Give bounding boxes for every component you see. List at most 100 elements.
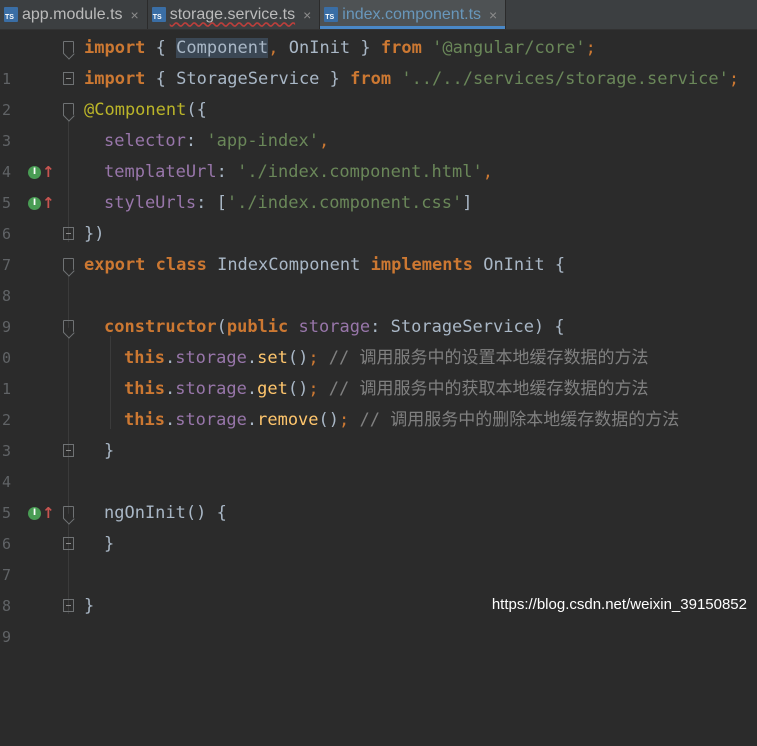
code-punct: ; bbox=[339, 410, 360, 430]
arrow-up-icon: ↑ bbox=[42, 504, 55, 522]
code-line: 5 bbox=[0, 467, 757, 522]
code-line: 4 selector: 'app-index', bbox=[0, 126, 757, 181]
code-line: 5 I ↑ templateUrl: './index.component.htm… bbox=[0, 157, 757, 212]
code-line: 1 this.storage.set(); // 调用服务中的设置本地缓存数据的… bbox=[0, 343, 757, 398]
code-text: ({ bbox=[186, 100, 207, 120]
fold-toggle[interactable] bbox=[63, 72, 74, 85]
code-text: . bbox=[246, 348, 258, 368]
method-name: ngOnInit bbox=[104, 503, 186, 523]
code-text: OnInit { bbox=[472, 255, 566, 275]
fold-toggle[interactable] bbox=[63, 537, 74, 550]
code-line: 6 I ↑ ngOnInit() { bbox=[0, 498, 757, 553]
method-name: get bbox=[257, 379, 288, 399]
code-text: . bbox=[246, 379, 258, 399]
code-text: . bbox=[164, 379, 176, 399]
keyword-import: import bbox=[84, 69, 146, 89]
close-icon[interactable]: × bbox=[303, 7, 311, 23]
fold-toggle[interactable] bbox=[63, 599, 74, 612]
code-punct: ; bbox=[308, 379, 329, 399]
implements-marker[interactable]: I ↑ bbox=[28, 164, 55, 182]
code-identifier: OnInit bbox=[278, 38, 351, 58]
code-text: } bbox=[104, 441, 115, 461]
keyword-from: from bbox=[380, 38, 422, 58]
code-text: ] bbox=[462, 193, 473, 213]
code-editor[interactable]: 1 import { Component, OnInit } from '@an… bbox=[0, 30, 757, 646]
tab-index-component[interactable]: TS index.component.ts × bbox=[320, 0, 507, 29]
string-literal: '@angular/core' bbox=[432, 38, 586, 58]
keyword-from: from bbox=[350, 69, 392, 89]
keyword-this: this bbox=[124, 379, 165, 399]
code-line: 2 import { StorageService } from '../../… bbox=[0, 64, 757, 119]
code-punct: , bbox=[268, 38, 279, 58]
code-line: 3 this.storage.remove(); // 调用服务中的删除本地缓存… bbox=[0, 405, 757, 460]
string-literal: '../../services/storage.service' bbox=[401, 69, 729, 89]
code-text: : bbox=[216, 162, 238, 182]
fold-toggle[interactable] bbox=[63, 258, 74, 271]
code-text: { bbox=[145, 38, 177, 58]
code-comment: // 调用服务中的设置本地缓存数据的方法 bbox=[328, 348, 649, 368]
keyword-class: class bbox=[145, 255, 207, 275]
code-comment: // 调用服务中的获取本地缓存数据的方法 bbox=[328, 379, 649, 399]
code-line: 7 } bbox=[0, 529, 757, 584]
implements-marker[interactable]: I ↑ bbox=[28, 505, 55, 523]
fold-toggle[interactable] bbox=[63, 444, 74, 457]
code-punct: ; bbox=[308, 348, 329, 368]
property-name: storage bbox=[175, 379, 247, 399]
fold-toggle[interactable] bbox=[63, 506, 74, 519]
tab-label: storage.service.ts bbox=[169, 5, 296, 23]
editor-tab-bar: TS app.module.ts × TS storage.service.ts… bbox=[0, 0, 757, 30]
property-name: storage bbox=[175, 410, 247, 430]
keyword-constructor: constructor bbox=[104, 317, 217, 337]
code-text: : [ bbox=[196, 193, 227, 213]
code-line: 2 this.storage.get(); // 调用服务中的获取本地缓存数据的… bbox=[0, 374, 757, 429]
code-punct: , bbox=[318, 131, 330, 151]
keyword-public: public bbox=[226, 317, 289, 337]
code-text: . bbox=[164, 348, 176, 368]
implementation-icon: I bbox=[28, 197, 41, 210]
code-line: 8 bbox=[0, 560, 757, 615]
code-text: () bbox=[287, 348, 309, 368]
code-text: : bbox=[185, 131, 207, 151]
method-name: remove bbox=[257, 410, 319, 430]
code-line: 3 @Component({ bbox=[0, 95, 757, 150]
code-line: 1 import { Component, OnInit } from '@an… bbox=[0, 33, 757, 88]
fold-toggle[interactable] bbox=[63, 320, 74, 333]
code-punct: , bbox=[482, 162, 493, 182]
typescript-file-icon: TS bbox=[151, 7, 166, 22]
code-punct: ; bbox=[728, 69, 740, 89]
implements-marker[interactable]: I ↑ bbox=[28, 195, 55, 213]
code-text: } bbox=[350, 38, 381, 58]
code-text: : StorageService) { bbox=[370, 317, 565, 337]
code-text: . bbox=[164, 410, 176, 430]
keyword-this: this bbox=[124, 348, 165, 368]
code-line: 0 constructor(public storage: StorageSer… bbox=[0, 312, 757, 367]
typescript-file-icon: TS bbox=[324, 7, 339, 22]
close-icon[interactable]: × bbox=[489, 7, 497, 23]
code-line: 7 }) bbox=[0, 219, 757, 274]
string-literal: './index.component.css' bbox=[226, 193, 463, 213]
code-text: } bbox=[104, 534, 115, 554]
tab-app-module[interactable]: TS app.module.ts × bbox=[0, 0, 148, 29]
string-literal: './index.component.html' bbox=[237, 162, 483, 182]
property-name: storage bbox=[175, 348, 247, 368]
code-text: () bbox=[318, 410, 340, 430]
watermark-url: https://blog.csdn.net/weixin_39150852 bbox=[491, 596, 747, 613]
fold-toggle[interactable] bbox=[63, 227, 74, 240]
typescript-file-icon: TS bbox=[4, 7, 18, 22]
fold-toggle[interactable] bbox=[63, 103, 74, 116]
code-text: () { bbox=[185, 503, 227, 523]
fold-toggle[interactable] bbox=[63, 41, 74, 54]
code-comment: // 调用服务中的删除本地缓存数据的方法 bbox=[359, 410, 680, 430]
property-name: storage bbox=[298, 317, 371, 337]
code-line: 9 bbox=[0, 281, 757, 336]
implementation-icon: I bbox=[28, 507, 41, 520]
code-text: () bbox=[287, 379, 309, 399]
tab-storage-service[interactable]: TS storage.service.ts × bbox=[148, 0, 321, 29]
close-icon[interactable]: × bbox=[131, 7, 139, 23]
code-text: } bbox=[84, 596, 95, 616]
code-text: { StorageService } bbox=[145, 69, 351, 89]
code-punct: ; bbox=[585, 38, 596, 58]
